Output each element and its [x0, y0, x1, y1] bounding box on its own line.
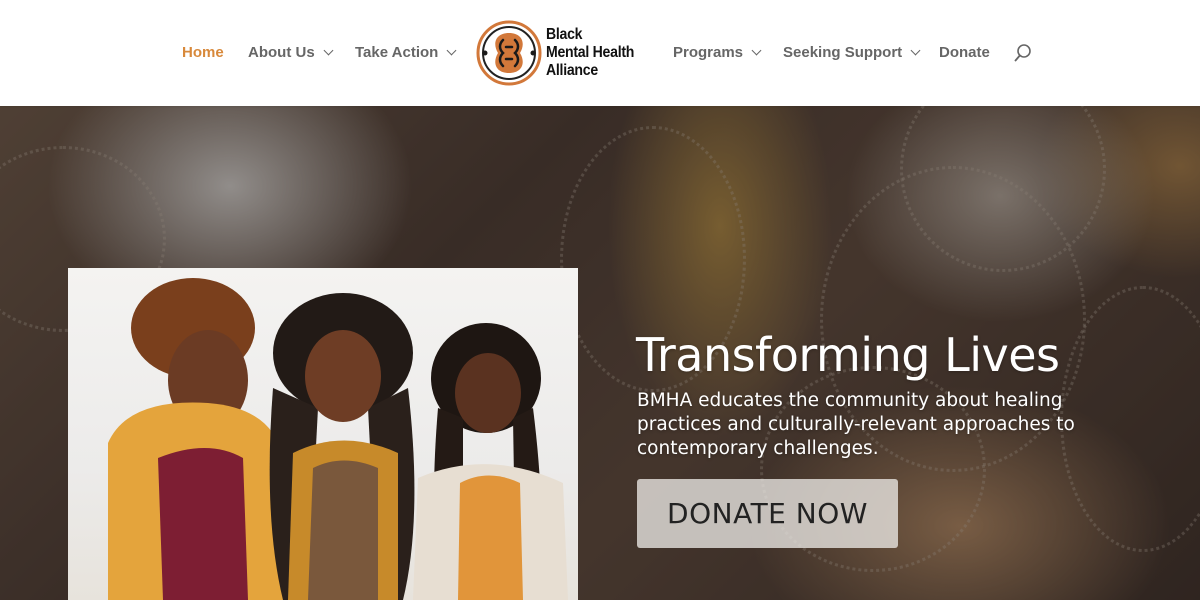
- search-icon[interactable]: [1013, 43, 1033, 63]
- alliance-emblem-icon: [476, 20, 542, 86]
- chevron-down-icon: [751, 45, 762, 55]
- hero-title: Transforming Lives: [636, 328, 1060, 382]
- nav-item-programs[interactable]: Programs: [673, 42, 762, 62]
- nav-item-take-action[interactable]: Take Action: [355, 42, 457, 62]
- hero-section: Transforming Lives BMHA educates the com…: [0, 106, 1200, 600]
- nav-item-label: Programs: [673, 43, 744, 61]
- site-header: Home About Us Take Action Black Mental H…: [0, 0, 1200, 106]
- nav-item-label: Seeking Support: [783, 43, 903, 61]
- nav-item-home[interactable]: Home: [182, 42, 224, 62]
- nav-item-label: Donate: [939, 43, 990, 61]
- logo-wordmark: Black Mental Health Alliance: [546, 26, 634, 80]
- logo-line: Black: [546, 26, 583, 43]
- logo-line: Mental Health: [546, 44, 635, 61]
- logo[interactable]: Black Mental Health Alliance: [476, 20, 646, 86]
- three-women-photo: [108, 278, 568, 600]
- nav-item-donate[interactable]: Donate: [939, 42, 990, 62]
- nav-item-label: Take Action: [355, 43, 439, 61]
- chevron-down-icon: [323, 45, 334, 55]
- nav-item-label: About Us: [248, 43, 315, 61]
- nav-item-about-us[interactable]: About Us: [248, 42, 334, 62]
- chevron-down-icon: [910, 45, 921, 55]
- logo-line: Alliance: [546, 62, 598, 79]
- chevron-down-icon: [446, 45, 457, 55]
- nav-item-label: Home: [182, 43, 224, 61]
- hero-photo: [68, 268, 578, 600]
- hero-description: BMHA educates the community about healin…: [637, 390, 1075, 459]
- donate-now-button[interactable]: DONATE NOW: [637, 479, 898, 548]
- nav-item-seeking-support[interactable]: Seeking Support: [783, 42, 921, 62]
